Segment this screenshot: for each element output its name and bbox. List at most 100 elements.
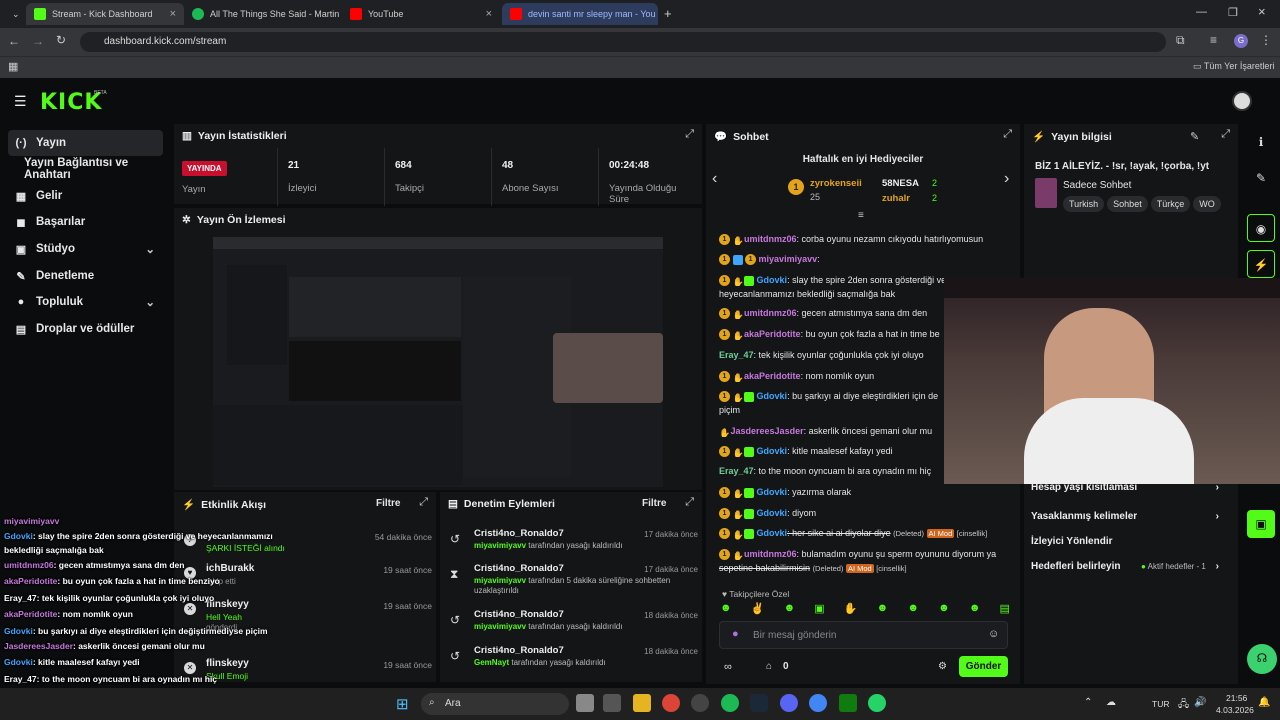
tag-pill[interactable]: WO — [1193, 196, 1221, 212]
emote-icon[interactable]: ☻ — [969, 602, 981, 616]
sidebar-item-denetleme[interactable]: ✎ Denetleme — [8, 263, 163, 289]
chrome-profile-icon[interactable] — [809, 694, 827, 712]
discord-icon[interactable] — [780, 694, 798, 712]
chat-username[interactable]: Gdovki — [757, 528, 788, 538]
close-icon[interactable]: × — [486, 8, 492, 20]
tray-chevron-icon[interactable]: ⌃ — [1084, 697, 1092, 708]
expand-icon[interactable]: ⤢ — [685, 128, 694, 141]
new-tab-button[interactable]: + — [664, 6, 672, 21]
extensions-icon[interactable]: ⧉ — [1176, 33, 1185, 48]
setting-row-banned-words[interactable]: Yasaklanmış kelimeler › — [1031, 511, 1231, 522]
stream-preview-video[interactable] — [213, 237, 663, 487]
emote-icon[interactable]: ✌ — [751, 602, 765, 616]
chat-username[interactable]: akaPeridotite — [744, 371, 801, 381]
gift-icon[interactable]: ⌂ — [766, 661, 772, 672]
tab-search-button[interactable]: ⌄ — [4, 3, 22, 25]
clip-icon[interactable]: ▣ — [1247, 510, 1275, 538]
chat-username[interactable]: akaPeridotite — [744, 329, 801, 339]
chat-username[interactable]: Eray_47 — [719, 466, 754, 476]
forward-icon[interactable]: → — [32, 34, 44, 48]
clock-time[interactable]: 21:56 — [1226, 693, 1247, 703]
settings-gear-icon[interactable]: ⚙ — [938, 661, 947, 672]
back-icon[interactable]: ← — [8, 34, 20, 48]
category-name[interactable]: Sadece Sohbet — [1063, 180, 1131, 191]
setting-row-raid[interactable]: İzleyici Yönlendir — [1031, 536, 1231, 547]
points-icon[interactable]: ∞ — [724, 661, 732, 673]
chat-username[interactable]: miyavimiyavv — [759, 254, 818, 264]
minimize-button[interactable]: — — [1196, 6, 1207, 18]
menu-icon[interactable]: ⋮ — [1260, 33, 1272, 47]
edit-pencil-icon[interactable]: ✎ — [1190, 130, 1199, 143]
chat-username[interactable]: umitdnmz06 — [744, 234, 797, 244]
windows-start-icon[interactable]: ⊞ — [396, 695, 409, 713]
expand-icon[interactable]: ⤢ — [1003, 128, 1012, 141]
support-headset-icon[interactable]: ☊ — [1247, 644, 1277, 674]
sidebar-item-gelir[interactable]: ▦ Gelir — [8, 183, 163, 209]
tab-youtube[interactable]: YouTube × — [342, 3, 500, 25]
emote-icon[interactable]: ☻ — [720, 602, 732, 616]
lightning-icon[interactable]: ⚡ — [1247, 250, 1275, 278]
tag-pill[interactable]: Türkçe — [1150, 196, 1191, 212]
sidebar-item-studyo[interactable]: ▣ Stüdyo ⌄ — [8, 236, 163, 262]
chat-username[interactable]: umitdnmz06 — [744, 549, 797, 559]
chat-username[interactable]: Eray_47 — [719, 350, 754, 360]
chrome-icon[interactable] — [662, 694, 680, 712]
chevron-right-icon[interactable]: › — [1004, 170, 1009, 188]
app-icon[interactable] — [691, 694, 709, 712]
expand-icon[interactable]: ⤢ — [685, 496, 694, 509]
emote-icon[interactable]: ☻ — [784, 602, 796, 616]
profile-avatar[interactable]: G — [1234, 34, 1248, 48]
reload-icon[interactable]: ↻ — [56, 33, 66, 47]
maximize-button[interactable]: ❐ — [1228, 6, 1238, 19]
chat-input[interactable]: ● Bir mesaj gönderin ☺ — [719, 621, 1008, 649]
sidebar-item-topluluk[interactable]: ● Topluluk ⌄ — [8, 289, 163, 315]
tag-pill[interactable]: Turkish — [1063, 196, 1105, 212]
xbox-icon[interactable] — [839, 694, 857, 712]
volume-icon[interactable]: 🔊 — [1194, 697, 1206, 708]
taskview-icon[interactable] — [576, 694, 594, 712]
media-icon[interactable]: ≡ — [1210, 33, 1217, 47]
activity-filter-button[interactable]: Filtre — [376, 498, 400, 509]
chat-username[interactable]: Gdovki — [757, 391, 788, 401]
all-bookmarks-link[interactable]: ▭ Tüm Yer İşaretleri — [1193, 61, 1274, 72]
info-icon[interactable]: ℹ — [1247, 128, 1275, 156]
tab-spotify[interactable]: All The Things She Said - Martin × — [184, 3, 342, 25]
notification-bell-icon[interactable]: 🔔 — [1258, 697, 1270, 708]
emote-icon[interactable]: ☻ — [907, 602, 919, 616]
pencil-icon[interactable]: ✎ — [1247, 164, 1275, 192]
chat-username[interactable]: Gdovki — [757, 487, 788, 497]
emote-icon[interactable]: ▤ — [1000, 602, 1010, 616]
chat-username[interactable]: Gdovki — [757, 446, 788, 456]
collapse-icon[interactable]: ≡ — [858, 210, 864, 221]
chevron-left-icon[interactable]: ‹ — [712, 170, 717, 188]
network-icon[interactable]: 🖧 — [1178, 697, 1189, 714]
close-window-button[interactable]: × — [1258, 4, 1266, 19]
send-button[interactable]: Gönder — [959, 656, 1008, 677]
spotify-icon[interactable] — [721, 694, 739, 712]
tab-youtube-video[interactable]: devin santi mr sleepy man - You × — [502, 3, 658, 25]
language-indicator[interactable]: TUR — [1152, 699, 1169, 709]
sidebar-item-stream-key[interactable]: Yayın Bağlantısı ve Anahtarı — [8, 156, 163, 182]
url-input[interactable]: dashboard.kick.com/stream — [80, 32, 1166, 52]
chat-username[interactable]: Gdovki — [757, 508, 788, 518]
expand-icon[interactable]: ⤢ — [1221, 128, 1230, 141]
cloud-icon[interactable]: ☁ — [1106, 697, 1116, 708]
tag-pill[interactable]: Sohbet — [1107, 196, 1148, 212]
store-icon[interactable] — [603, 694, 621, 712]
sidebar-item-yayin[interactable]: (·) Yayın — [8, 130, 163, 156]
moderation-filter-button[interactable]: Filtre — [642, 498, 666, 509]
emote-icon[interactable]: ▣ — [814, 602, 824, 616]
chat-username[interactable]: umitdnmz06 — [744, 308, 797, 318]
tab-kick-dashboard[interactable]: Stream - Kick Dashboard × — [26, 3, 184, 25]
emote-icon[interactable]: ☻ — [938, 602, 950, 616]
emote-icon[interactable]: ✋ — [844, 602, 858, 616]
camera-icon[interactable]: ◉ — [1247, 214, 1275, 242]
close-icon[interactable]: × — [170, 8, 176, 20]
steam-icon[interactable] — [750, 694, 768, 712]
expand-icon[interactable]: ⤢ — [419, 496, 428, 509]
sidebar-item-basarilar[interactable]: ◼ Başarılar — [8, 209, 163, 235]
sidebar-item-droplar[interactable]: ▤ Droplar ve ödüller — [8, 316, 163, 342]
clock-date[interactable]: 4.03.2026 — [1216, 705, 1254, 715]
taskbar-search[interactable]: ⌕ Ara — [421, 693, 569, 715]
hamburger-menu-icon[interactable]: ☰ — [14, 93, 27, 110]
